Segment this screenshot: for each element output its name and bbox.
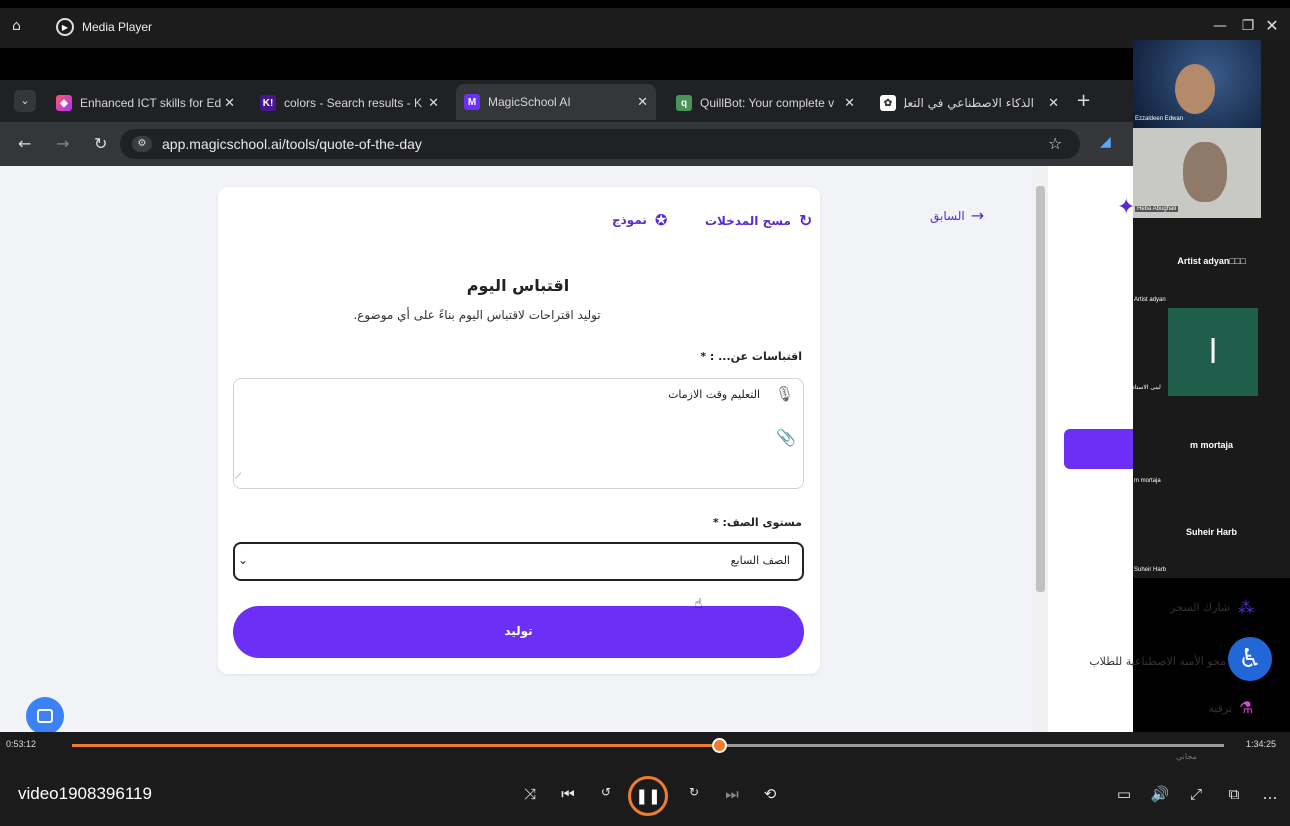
bookmark-star-icon[interactable]: ☆ bbox=[1048, 134, 1062, 153]
clear-inputs-label: مسح المدخلات bbox=[705, 213, 791, 228]
tab-magicschool[interactable]: M MagicSchool AI ✕ bbox=[456, 84, 656, 120]
accessibility-icon[interactable]: ♿ bbox=[1228, 637, 1272, 681]
seek-handle[interactable] bbox=[712, 738, 727, 753]
kahoot-icon: K! bbox=[260, 95, 276, 111]
back-arrow-icon[interactable]: ← bbox=[18, 134, 31, 153]
volume-icon[interactable]: 🔊 bbox=[1148, 785, 1172, 803]
subtitles-icon[interactable]: ▭ bbox=[1112, 785, 1136, 803]
refresh-icon: ↻ bbox=[798, 211, 813, 230]
time-total: 1:34:25 bbox=[1246, 739, 1277, 749]
top-border bbox=[0, 0, 1290, 8]
participant-name: Suheir Harb bbox=[1185, 527, 1237, 537]
gradient-logo-icon: ◆ bbox=[56, 95, 72, 111]
magicschool-icon: M bbox=[464, 94, 480, 110]
tab-label: الذكاء الاصطناعي في التعل bbox=[904, 96, 1034, 110]
media-player-logo-icon: ▶ bbox=[56, 18, 74, 36]
potion-icon: ⚗ bbox=[1239, 698, 1254, 717]
close-tab-icon[interactable]: ✕ bbox=[844, 95, 855, 111]
participant-name: m mortaja bbox=[1189, 440, 1233, 450]
mouse-cursor-icon: ☝ bbox=[694, 596, 703, 612]
quillbot-icon: q bbox=[676, 95, 692, 111]
example-label: نموذج bbox=[612, 213, 647, 227]
microphone-icon[interactable]: 🎙 bbox=[775, 385, 794, 403]
forward-arrow-icon[interactable]: → bbox=[56, 134, 69, 153]
quotes-value: التعليم وقت الازمات bbox=[668, 388, 760, 401]
repeat-off-icon[interactable]: ⟲ bbox=[758, 785, 782, 803]
reload-icon[interactable]: ↻ bbox=[94, 134, 107, 153]
sidebar-upgrade-block[interactable] bbox=[1064, 429, 1133, 469]
fullscreen-icon[interactable]: ⤢ bbox=[1184, 785, 1208, 803]
skip-back-10-icon[interactable]: ↺ bbox=[594, 785, 618, 799]
site-icon: ✿ bbox=[880, 95, 896, 111]
mini-player-icon[interactable]: ⧉ bbox=[1222, 785, 1246, 803]
sidebar-bottom-text: مجاني bbox=[1176, 752, 1197, 761]
video-name: video1908396119 bbox=[18, 784, 152, 803]
clear-inputs-button[interactable]: ↻ مسح المدخلات bbox=[705, 211, 812, 230]
scrollbar-thumb[interactable] bbox=[1036, 186, 1045, 592]
close-tab-icon[interactable]: ✕ bbox=[1048, 95, 1059, 111]
sidebar-item-upgrade[interactable]: ترقية bbox=[1150, 702, 1232, 715]
participant-name: لبنى الاستاذ bbox=[1132, 384, 1161, 391]
tab-enhanced-ict[interactable]: ◆ Enhanced ICT skills for Ed ✕ bbox=[48, 88, 243, 118]
shuffle-icon[interactable]: ⤨ bbox=[518, 785, 542, 803]
tab-arabic-ai[interactable]: ✿ الذكاء الاصطناعي في التعل ✕ bbox=[872, 88, 1067, 118]
attachment-icon[interactable]: 📎 bbox=[776, 428, 796, 447]
grade-select-value: الصف السابع bbox=[730, 554, 790, 567]
participant-sub-name: Suheir Harb bbox=[1134, 567, 1167, 573]
skip-forward-30-icon[interactable]: ↻ bbox=[682, 785, 706, 799]
close-tab-icon[interactable]: ✕ bbox=[428, 95, 439, 111]
close-tab-icon[interactable]: ✕ bbox=[637, 94, 648, 110]
grade-field-label: مستوى الصف: * bbox=[712, 516, 802, 529]
tool-title: اقتباس اليوم bbox=[466, 276, 570, 295]
extension-icon[interactable]: ◢ bbox=[1100, 134, 1111, 150]
tool-subtitle: توليد اقتراحات لاقتباس اليوم بناءً على أ… bbox=[353, 308, 601, 322]
more-options-icon[interactable]: … bbox=[1258, 785, 1282, 803]
quotes-field-label: اقتباسات عن... : * bbox=[700, 350, 802, 363]
tab-label: MagicSchool AI bbox=[488, 95, 571, 109]
participant-video bbox=[1175, 64, 1215, 114]
pause-button[interactable]: ❚❚ bbox=[628, 776, 668, 816]
sidebar-item-ai-literacy[interactable]: محو الأمية الاصطناعية للطلاب bbox=[1076, 655, 1226, 668]
site-info-icon[interactable]: ⚙ bbox=[132, 136, 152, 152]
participant-sub-name: m mortaja bbox=[1134, 478, 1161, 484]
close-tab-icon[interactable]: ✕ bbox=[224, 95, 235, 111]
tab-search-button[interactable]: ⌄ bbox=[14, 90, 36, 112]
app-title: Media Player bbox=[82, 20, 153, 34]
resize-handle-icon[interactable]: ⟋ bbox=[235, 472, 241, 482]
participant-name: Heba Abughali bbox=[1135, 206, 1179, 212]
close-button[interactable]: ✕ bbox=[1252, 16, 1290, 35]
arrow-right-icon: → bbox=[970, 206, 985, 225]
chat-icon bbox=[37, 709, 53, 723]
chevron-down-icon: ⌄ bbox=[238, 553, 249, 567]
url-text: app.magicschool.ai/tools/quote-of-the-da… bbox=[162, 136, 422, 152]
next-icon[interactable]: ⏭ bbox=[720, 785, 744, 803]
tab-label: Enhanced ICT skills for Ed bbox=[80, 96, 222, 110]
tab-kahoot[interactable]: K! colors - Search results - K ✕ bbox=[252, 88, 447, 118]
participant-name: Artist adyan□□□ bbox=[1177, 256, 1246, 266]
new-tab-button[interactable]: + bbox=[1076, 90, 1091, 111]
participant-tile[interactable]: Ezzaldeen Edwan bbox=[1133, 40, 1261, 128]
generate-label: توليد bbox=[504, 624, 533, 638]
player-title-bar bbox=[0, 8, 1290, 48]
participant-avatar[interactable]: l bbox=[1168, 308, 1258, 396]
time-current: 0:53:12 bbox=[6, 739, 37, 749]
share-sparkles-icon: ⁂ bbox=[1238, 598, 1254, 617]
sidebar-item-share-magic[interactable]: شارك السحر bbox=[1120, 601, 1230, 614]
tab-quillbot[interactable]: q QuillBot: Your complete v ✕ bbox=[668, 88, 863, 118]
example-button[interactable]: ✪ نموذج bbox=[612, 211, 667, 229]
chat-widget-button[interactable] bbox=[26, 697, 64, 735]
back-label: السابق bbox=[930, 208, 965, 223]
badge-icon: ✪ bbox=[654, 211, 668, 229]
seek-bar-progress bbox=[72, 744, 719, 747]
participant-sub-name: Artist adyan bbox=[1134, 297, 1166, 303]
participant-name: Ezzaldeen Edwan bbox=[1135, 116, 1184, 122]
tab-label: colors - Search results - K bbox=[284, 96, 423, 110]
participant-tile[interactable]: Heba Abughali bbox=[1133, 128, 1261, 218]
previous-icon[interactable]: ⏮ bbox=[556, 785, 580, 803]
participant-video bbox=[1183, 142, 1227, 202]
back-link[interactable]: → السابق bbox=[930, 206, 984, 225]
tab-label: QuillBot: Your complete v bbox=[700, 96, 835, 110]
home-icon[interactable]: ⌂ bbox=[12, 18, 21, 34]
